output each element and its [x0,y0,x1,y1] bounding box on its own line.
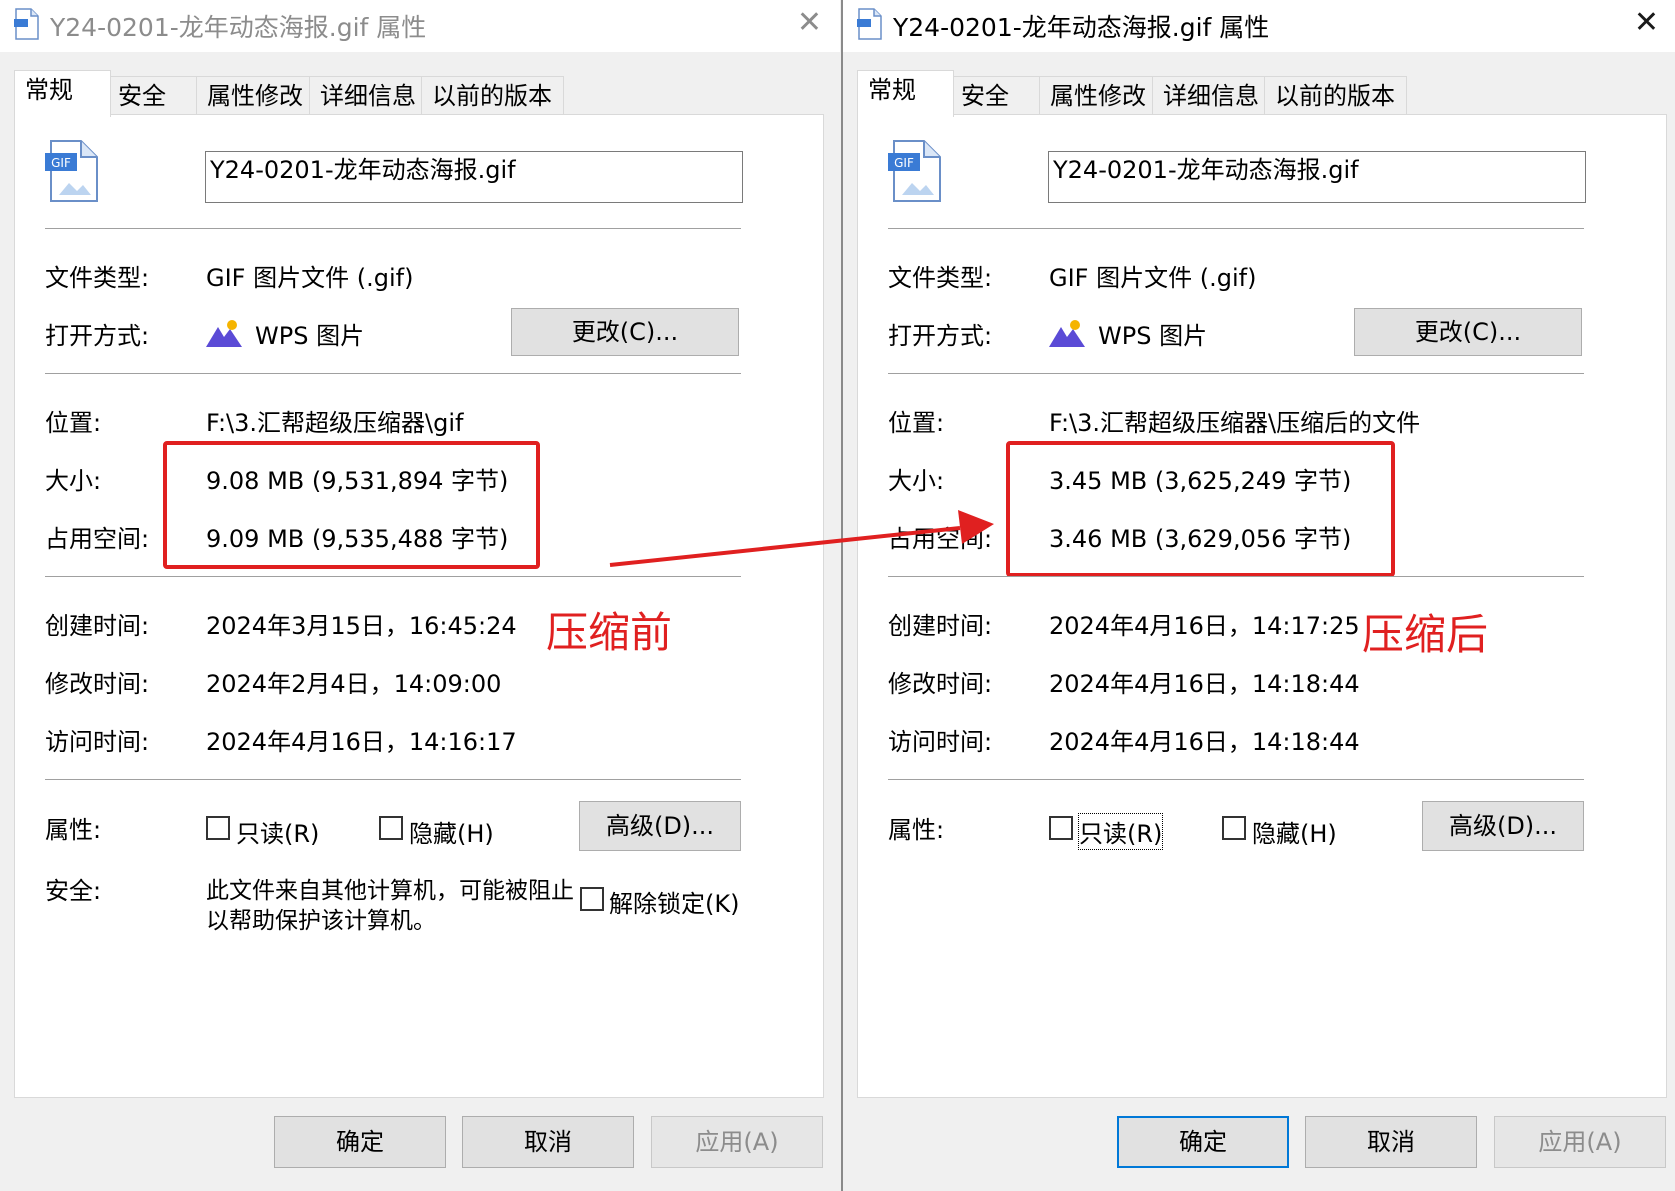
filename-field[interactable]: Y24-0201-龙年动态海报.gif [1048,151,1586,203]
readonly-label[interactable]: 只读(R) [1077,813,1164,850]
attributes-label: 属性: [888,816,945,844]
advanced-button[interactable]: 高级(D)... [579,801,741,851]
created-label: 创建时间: [45,612,150,640]
tab-details[interactable]: 详细信息 [1152,76,1269,115]
open-with-label: 打开方式: [888,322,993,350]
separator [888,779,1584,780]
separator [45,779,741,780]
svg-text:GIF: GIF [894,156,914,170]
separator [45,228,741,229]
size-on-disk-label: 占用空间: [45,525,150,553]
hidden-checkbox[interactable] [1222,816,1246,840]
accessed-value: 2024年4月16日，14:18:44 [1049,728,1360,756]
readonly-checkbox[interactable] [206,816,230,840]
svg-text:GIF: GIF [51,156,71,170]
properties-dialog-after: Y24-0201-龙年动态海报.gif 属性 ✕ 常规 安全 属性修改 详细信息… [841,0,1675,1191]
annotation-before: 压缩前 [546,608,673,657]
apply-button[interactable]: 应用(A) [1494,1116,1666,1168]
security-label: 安全: [45,877,102,905]
security-text-line2: 以帮助保护该计算机。 [206,908,436,934]
filename-field[interactable]: Y24-0201-龙年动态海报.gif [205,151,743,203]
gif-file-icon [857,8,882,40]
tab-general[interactable]: 常规 [857,70,954,117]
accessed-label: 访问时间: [888,728,993,756]
gif-file-icon: GIF [888,140,941,202]
hidden-label[interactable]: 隐藏(H) [409,814,494,849]
created-value: 2024年3月15日，16:45:24 [206,612,517,640]
tab-attribute-modify[interactable]: 属性修改 [1039,76,1156,115]
separator [888,373,1584,374]
gif-file-icon: GIF [45,140,98,202]
close-icon[interactable]: ✕ [797,6,822,40]
file-type-value: GIF 图片文件 (.gif) [206,264,414,292]
size-on-disk-label: 占用空间: [888,525,993,553]
gif-file-icon [14,8,39,40]
ok-button[interactable]: 确定 [1117,1116,1289,1168]
separator [45,373,741,374]
general-panel: GIF Y24-0201-龙年动态海报.gif 文件类型: GIF 图片文件 (… [14,114,824,1098]
readonly-label[interactable]: 只读(R) [236,814,319,849]
separator [45,576,741,577]
file-type-label: 文件类型: [45,264,150,292]
modified-value: 2024年4月16日，14:18:44 [1049,670,1360,698]
file-type-value: GIF 图片文件 (.gif) [1049,264,1257,292]
attributes-label: 属性: [45,816,102,844]
security-text-line1: 此文件来自其他计算机，可能被阻止 [206,878,574,904]
open-with-label: 打开方式: [45,322,150,350]
hidden-label[interactable]: 隐藏(H) [1252,814,1337,849]
readonly-checkbox[interactable] [1049,816,1073,840]
tab-security[interactable]: 安全 [107,76,197,115]
apply-button[interactable]: 应用(A) [651,1116,823,1168]
unblock-checkbox[interactable] [580,887,604,911]
separator [888,228,1584,229]
change-button[interactable]: 更改(C)... [511,308,739,356]
change-button[interactable]: 更改(C)... [1354,308,1582,356]
window-title: Y24-0201-龙年动态海报.gif 属性 [893,13,1270,42]
location-value: F:\3.汇帮超级压缩器\压缩后的文件 [1049,409,1421,437]
created-value: 2024年4月16日，14:17:25 [1049,612,1360,640]
tab-general[interactable]: 常规 [14,70,111,117]
size-highlight-box [1006,441,1395,577]
wps-image-icon [1049,320,1085,347]
tab-security[interactable]: 安全 [950,76,1040,115]
tab-attribute-modify[interactable]: 属性修改 [196,76,313,115]
tab-previous-versions[interactable]: 以前的版本 [1264,76,1407,115]
location-label: 位置: [45,409,102,437]
general-panel: GIF Y24-0201-龙年动态海报.gif 文件类型: GIF 图片文件 (… [857,114,1667,1098]
location-value: F:\3.汇帮超级压缩器\gif [206,409,464,437]
title-bar[interactable]: Y24-0201-龙年动态海报.gif 属性 ✕ [0,0,840,52]
size-label: 大小: [45,467,102,495]
window-title: Y24-0201-龙年动态海报.gif 属性 [50,13,427,42]
size-label: 大小: [888,467,945,495]
modified-value: 2024年2月4日，14:09:00 [206,670,502,698]
tab-previous-versions[interactable]: 以前的版本 [421,76,564,115]
wps-image-icon [206,320,242,347]
open-with-value: WPS 图片 [1098,322,1208,350]
unblock-label[interactable]: 解除锁定(K) [609,884,739,919]
accessed-label: 访问时间: [45,728,150,756]
ok-button[interactable]: 确定 [274,1116,446,1168]
hidden-checkbox[interactable] [379,816,403,840]
open-with-value: WPS 图片 [255,322,365,350]
modified-label: 修改时间: [888,670,993,698]
created-label: 创建时间: [888,612,993,640]
close-icon[interactable]: ✕ [1634,6,1659,40]
separator [888,576,1584,577]
size-highlight-box [163,441,540,569]
location-label: 位置: [888,409,945,437]
cancel-button[interactable]: 取消 [462,1116,634,1168]
properties-dialog-before: Y24-0201-龙年动态海报.gif 属性 ✕ 常规 安全 属性修改 详细信息… [0,0,840,1191]
title-bar[interactable]: Y24-0201-龙年动态海报.gif 属性 ✕ [843,0,1675,52]
advanced-button[interactable]: 高级(D)... [1422,801,1584,851]
accessed-value: 2024年4月16日，14:16:17 [206,728,517,756]
tab-details[interactable]: 详细信息 [309,76,426,115]
file-type-label: 文件类型: [888,264,993,292]
cancel-button[interactable]: 取消 [1305,1116,1477,1168]
modified-label: 修改时间: [45,670,150,698]
annotation-after: 压缩后 [1362,610,1489,659]
